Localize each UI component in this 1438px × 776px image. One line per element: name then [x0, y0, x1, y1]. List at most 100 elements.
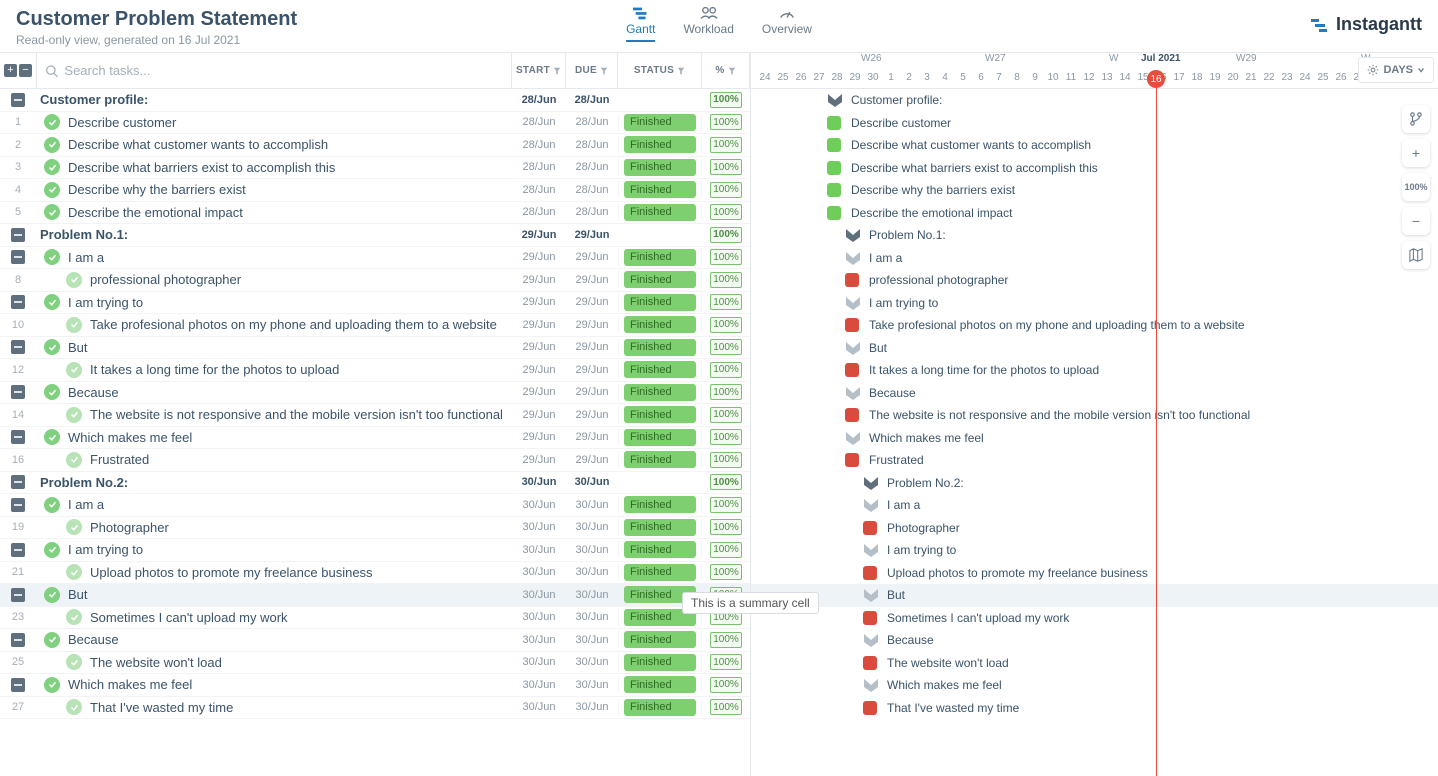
expand-all-button[interactable]: +: [4, 64, 17, 77]
task-row[interactable]: 2Describe what customer wants to accompl…: [0, 134, 750, 157]
column-due[interactable]: DUE: [566, 53, 618, 88]
check-icon: [44, 182, 60, 198]
collapse-toggle[interactable]: [11, 340, 25, 354]
task-row[interactable]: 23Sometimes I can't upload my work30/Jun…: [0, 607, 750, 630]
collapse-toggle[interactable]: [11, 430, 25, 444]
timeline-row[interactable]: That I've wasted my time: [751, 697, 1438, 720]
timeline-row[interactable]: Which makes me feel: [751, 427, 1438, 450]
due-date: 30/Jun: [566, 611, 618, 623]
task-row[interactable]: 4Describe why the barriers exist28/Jun28…: [0, 179, 750, 202]
status-badge: Finished: [624, 204, 696, 221]
task-row[interactable]: 10Take profesional photos on my phone an…: [0, 314, 750, 337]
collapse-toggle[interactable]: [11, 228, 25, 242]
timeline-row[interactable]: Sometimes I can't upload my work: [751, 607, 1438, 630]
row-number: 19: [0, 521, 36, 533]
task-row[interactable]: 19Photographer30/Jun30/JunFinished100%: [0, 517, 750, 540]
task-row[interactable]: 21Upload photos to promote my freelance …: [0, 562, 750, 585]
timeline-row[interactable]: I am trying to: [751, 292, 1438, 315]
timeline-row[interactable]: Frustrated: [751, 449, 1438, 472]
branch-button[interactable]: [1402, 105, 1430, 133]
collapse-toggle[interactable]: [11, 498, 25, 512]
task-row[interactable]: Which makes me feel29/Jun29/JunFinished1…: [0, 427, 750, 450]
collapse-toggle[interactable]: [11, 93, 25, 107]
row-number: 1: [0, 116, 36, 128]
brand-logo[interactable]: Instagantt: [1310, 14, 1422, 35]
task-row[interactable]: Which makes me feel30/Jun30/JunFinished1…: [0, 674, 750, 697]
task-row[interactable]: 3Describe what barriers exist to accompl…: [0, 157, 750, 180]
timeline-row[interactable]: Photographer: [751, 517, 1438, 540]
task-row[interactable]: I am trying to30/Jun30/JunFinished100%: [0, 539, 750, 562]
milestone-flag-icon: [863, 543, 879, 557]
task-row[interactable]: 27That I've wasted my time30/Jun30/JunFi…: [0, 697, 750, 720]
task-row[interactable]: I am a29/Jun29/JunFinished100%: [0, 247, 750, 270]
collapse-toggle[interactable]: [11, 543, 25, 557]
timeline-row[interactable]: Describe why the barriers exist: [751, 179, 1438, 202]
timeline-row[interactable]: Describe the emotional impact: [751, 202, 1438, 225]
search-input[interactable]: [64, 63, 503, 78]
task-row[interactable]: Problem No.1:29/Jun29/Jun100%: [0, 224, 750, 247]
timeline-row[interactable]: professional photographer: [751, 269, 1438, 292]
column-start[interactable]: START: [512, 53, 566, 88]
timeline-row[interactable]: The website is not responsive and the mo…: [751, 404, 1438, 427]
task-row[interactable]: 1Describe customer28/Jun28/JunFinished10…: [0, 112, 750, 135]
collapse-toggle[interactable]: [11, 385, 25, 399]
timeline-body[interactable]: Customer profile:Describe customerDescri…: [751, 89, 1438, 776]
collapse-toggle[interactable]: [11, 250, 25, 264]
collapse-toggle[interactable]: [11, 475, 25, 489]
collapse-toggle[interactable]: [11, 633, 25, 647]
task-row[interactable]: Because29/Jun29/JunFinished100%: [0, 382, 750, 405]
collapse-toggle[interactable]: [11, 588, 25, 602]
minimap-button[interactable]: [1402, 241, 1430, 269]
timeline-row[interactable]: Upload photos to promote my freelance bu…: [751, 562, 1438, 585]
timeline-row[interactable]: Which makes me feel: [751, 674, 1438, 697]
zoom-out-button[interactable]: −: [1402, 207, 1430, 235]
timeline-row[interactable]: Problem No.2:: [751, 472, 1438, 495]
timeline-row[interactable]: It takes a long time for the photos to u…: [751, 359, 1438, 382]
timeline-row[interactable]: I am a: [751, 494, 1438, 517]
timeline-row[interactable]: Describe customer: [751, 112, 1438, 135]
task-row[interactable]: Customer profile:28/Jun28/Jun100%: [0, 89, 750, 112]
timeline-task-label: It takes a long time for the photos to u…: [869, 363, 1099, 377]
timeline-row[interactable]: Describe what customer wants to accompli…: [751, 134, 1438, 157]
task-row[interactable]: 14The website is not responsive and the …: [0, 404, 750, 427]
column-percent[interactable]: %: [702, 53, 750, 88]
collapse-toggle[interactable]: [11, 295, 25, 309]
task-row[interactable]: But30/Jun30/JunFinished100%: [0, 584, 750, 607]
task-row[interactable]: 12It takes a long time for the photos to…: [0, 359, 750, 382]
days-dropdown[interactable]: DAYS: [1358, 57, 1434, 83]
timeline-row[interactable]: Customer profile:: [751, 89, 1438, 112]
task-row[interactable]: Because30/Jun30/JunFinished100%: [0, 629, 750, 652]
task-row[interactable]: 25The website won't load30/Jun30/JunFini…: [0, 652, 750, 675]
timeline-row[interactable]: Problem No.1:: [751, 224, 1438, 247]
task-row[interactable]: I am a30/Jun30/JunFinished100%: [0, 494, 750, 517]
task-row[interactable]: 16Frustrated29/Jun29/JunFinished100%: [0, 449, 750, 472]
timeline-row[interactable]: Describe what barriers exist to accompli…: [751, 157, 1438, 180]
collapse-all-button[interactable]: −: [19, 64, 32, 77]
task-row[interactable]: 5Describe the emotional impact28/Jun28/J…: [0, 202, 750, 225]
row-number: 10: [0, 319, 36, 331]
task-name-cell: Because: [36, 632, 512, 648]
timeline-row[interactable]: Because: [751, 382, 1438, 405]
task-row[interactable]: I am trying to29/Jun29/JunFinished100%: [0, 292, 750, 315]
timeline-task-label: I am a: [869, 251, 902, 265]
zoom-in-button[interactable]: +: [1402, 139, 1430, 167]
timeline-row[interactable]: But: [751, 337, 1438, 360]
timeline-row[interactable]: Take profesional photos on my phone and …: [751, 314, 1438, 337]
tab-workload[interactable]: Workload: [683, 6, 733, 42]
timeline-row[interactable]: The website won't load: [751, 652, 1438, 675]
timeline-row[interactable]: Because: [751, 629, 1438, 652]
timeline-row[interactable]: I am trying to: [751, 539, 1438, 562]
task-row[interactable]: 8professional photographer29/Jun29/JunFi…: [0, 269, 750, 292]
timeline-row[interactable]: I am a: [751, 247, 1438, 270]
tab-gantt[interactable]: Gantt: [626, 6, 655, 42]
day-label: 24: [755, 72, 775, 83]
task-row[interactable]: Problem No.2:30/Jun30/Jun100%: [0, 472, 750, 495]
zoom-fit-button[interactable]: 100%: [1402, 173, 1430, 201]
task-row[interactable]: But29/Jun29/JunFinished100%: [0, 337, 750, 360]
percent-cell: 100%: [702, 272, 750, 288]
column-status[interactable]: STATUS: [618, 53, 702, 88]
tab-overview[interactable]: Overview: [762, 6, 812, 42]
timeline-row[interactable]: But: [751, 584, 1438, 607]
due-date: 28/Jun: [566, 206, 618, 218]
collapse-toggle[interactable]: [11, 678, 25, 692]
